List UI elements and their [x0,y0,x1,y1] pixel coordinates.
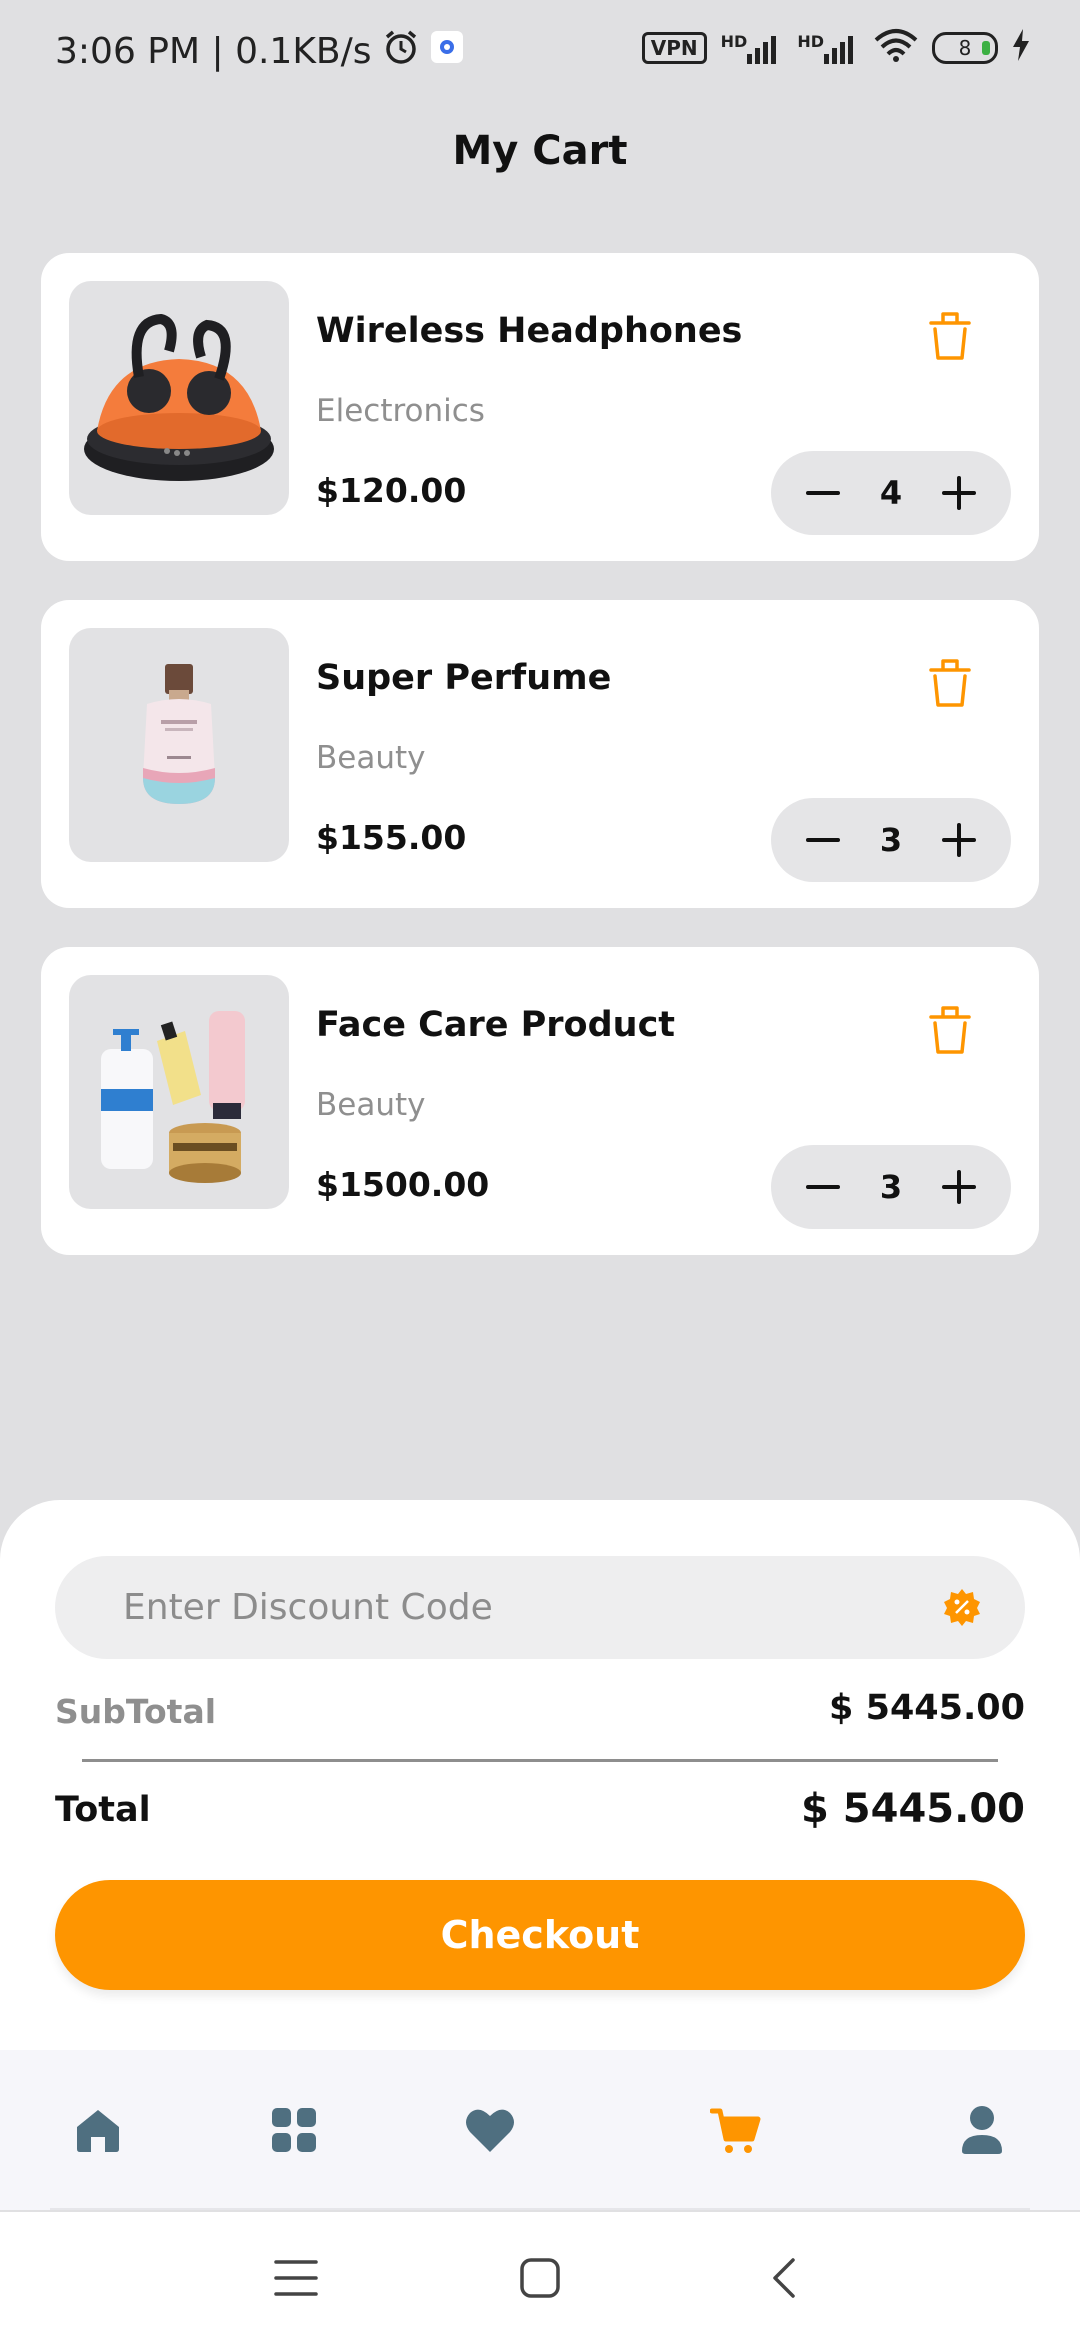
battery-level: 8 [958,36,972,60]
quantity-stepper: 3 [771,798,1011,882]
decrease-button[interactable] [803,1167,843,1207]
delete-button[interactable] [927,1003,973,1057]
plus-icon [941,1170,976,1204]
quantity-value: 3 [879,821,903,859]
divider [82,1759,998,1762]
nav-cart[interactable] [706,2100,766,2160]
checkout-button[interactable]: Checkout [55,1880,1025,1990]
item-name: Super Perfume [316,658,612,698]
nav-profile[interactable] [952,2100,1012,2160]
nav-categories[interactable] [264,2100,324,2160]
delete-button[interactable] [927,656,973,710]
alarm-icon [382,28,420,75]
signal-icon: HD [721,32,784,64]
signal-icon-2: HD [797,32,860,64]
heart-icon [466,2109,514,2152]
system-nav [0,2212,1080,2340]
bottom-nav [0,2050,1080,2210]
status-bar: 3:06 PM | 0.1KB/s VPN HD HD 8 [0,0,1080,100]
battery-icon: 8 [932,32,998,64]
home-icon [77,2110,119,2152]
home-button[interactable] [510,2248,570,2308]
page-title: My Cart [452,128,628,174]
item-category: Beauty [316,740,426,776]
item-category: Beauty [316,1087,426,1123]
hd-label-2: HD [797,32,824,51]
status-left: 3:06 PM | 0.1KB/s [55,28,464,75]
perfume-image [69,628,289,862]
trash-icon [929,1006,971,1054]
back-icon [773,2258,795,2298]
checkout-summary: SubTotal $ 5445.00 Total $ 5445.00 Check… [0,1500,1080,2050]
cart-item: Wireless Headphones Electronics $120.00 … [41,253,1039,561]
grid-icon [272,2108,316,2152]
trash-icon [929,312,971,360]
menu-button[interactable] [266,2248,326,2308]
total-value: $ 5445.00 [801,1786,1025,1832]
minus-icon [806,838,840,842]
menu-icon [274,2260,318,2296]
face-care-image [69,975,289,1209]
item-category: Electronics [316,393,485,429]
increase-button[interactable] [939,473,979,513]
delete-button[interactable] [927,309,973,363]
settings-notification-icon [430,30,464,73]
discount-badge-icon[interactable] [942,1587,982,1627]
subtotal-value: $ 5445.00 [829,1688,1025,1728]
minus-icon [806,1185,840,1189]
vpn-badge: VPN [641,32,707,64]
status-time: 3:06 PM | 0.1KB/s [55,31,372,72]
profile-icon [962,2106,1002,2154]
subtotal-label: SubTotal [55,1692,217,1731]
discount-field [55,1556,1025,1659]
plus-icon [941,823,976,857]
item-price: $155.00 [316,818,467,857]
trash-icon [929,659,971,707]
decrease-button[interactable] [803,473,843,513]
item-price: $120.00 [316,471,467,510]
square-icon [520,2258,560,2298]
cart-icon [710,2108,761,2153]
nav-divider [50,2208,1030,2210]
cart-list: Wireless Headphones Electronics $120.00 … [41,253,1039,1294]
quantity-stepper: 3 [771,1145,1011,1229]
charging-icon [1012,29,1030,67]
increase-button[interactable] [939,1167,979,1207]
item-name: Face Care Product [316,1005,676,1045]
nav-home[interactable] [68,2100,128,2160]
item-price: $1500.00 [316,1165,490,1204]
discount-code-input[interactable] [123,1556,923,1659]
plus-icon [941,476,976,510]
item-name: Wireless Headphones [316,311,743,351]
total-label: Total [55,1790,151,1830]
headphones-image [69,281,289,515]
cart-item: Super Perfume Beauty $155.00 3 [41,600,1039,908]
minus-icon [806,491,840,495]
wifi-icon [874,28,918,68]
hd-label: HD [720,32,748,51]
decrease-button[interactable] [803,820,843,860]
status-right: VPN HD HD 8 [641,28,1030,68]
quantity-value: 3 [879,1168,903,1206]
cart-item: Face Care Product Beauty $1500.00 3 [41,947,1039,1255]
back-button[interactable] [754,2248,814,2308]
quantity-stepper: 4 [771,451,1011,535]
nav-favorites[interactable] [460,2100,520,2160]
increase-button[interactable] [939,820,979,860]
quantity-value: 4 [879,474,903,512]
